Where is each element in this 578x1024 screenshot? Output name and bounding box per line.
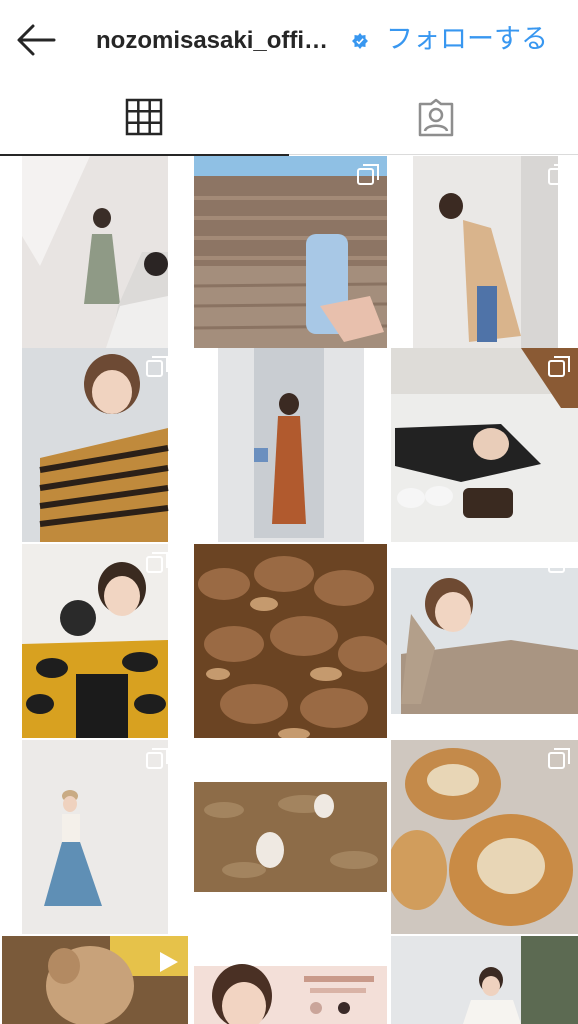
post-thumbnail[interactable] <box>391 348 578 542</box>
carousel-icon <box>548 164 570 185</box>
post-thumbnail[interactable] <box>0 348 190 542</box>
carousel-icon <box>146 552 168 573</box>
post-thumbnail[interactable] <box>194 740 387 934</box>
post-thumbnail[interactable] <box>0 156 190 348</box>
post-photo <box>391 936 578 1024</box>
carousel-icon <box>548 748 570 769</box>
post-thumbnail[interactable] <box>391 936 578 1024</box>
video-icon <box>160 952 178 972</box>
tab-grid[interactable] <box>0 82 289 156</box>
carousel-icon <box>548 552 570 573</box>
post-thumbnail[interactable] <box>194 936 387 1024</box>
post-thumbnail[interactable] <box>194 348 387 542</box>
carousel-icon <box>357 164 379 185</box>
carousel-icon <box>146 356 168 377</box>
post-photo <box>194 544 387 738</box>
profile-header: nozomisasaki_offi… フォローする <box>0 0 578 82</box>
post-thumbnail[interactable] <box>0 936 190 1024</box>
arrow-left-icon[interactable] <box>14 22 58 58</box>
carousel-icon <box>548 356 570 377</box>
post-thumbnail[interactable] <box>194 544 387 738</box>
post-thumbnail[interactable] <box>391 740 578 934</box>
carousel-icon <box>357 944 379 965</box>
verified-badge-icon <box>352 33 368 49</box>
follow-button[interactable]: フォローする <box>386 22 548 58</box>
post-thumbnail[interactable] <box>391 544 578 738</box>
post-grid <box>0 156 578 1024</box>
post-thumbnail[interactable] <box>0 544 190 738</box>
carousel-icon <box>146 748 168 769</box>
post-photo <box>22 156 168 348</box>
post-thumbnail[interactable] <box>0 740 190 934</box>
profile-username: nozomisasaki_offi… <box>96 27 329 54</box>
carousel-icon <box>357 748 379 769</box>
post-thumbnail[interactable] <box>391 156 578 348</box>
tab-tagged[interactable] <box>289 82 578 155</box>
post-thumbnail[interactable] <box>194 156 387 348</box>
post-photo <box>218 348 364 542</box>
grid-icon <box>125 98 163 136</box>
profile-tabs <box>0 82 578 156</box>
person-tag-icon <box>418 98 454 137</box>
